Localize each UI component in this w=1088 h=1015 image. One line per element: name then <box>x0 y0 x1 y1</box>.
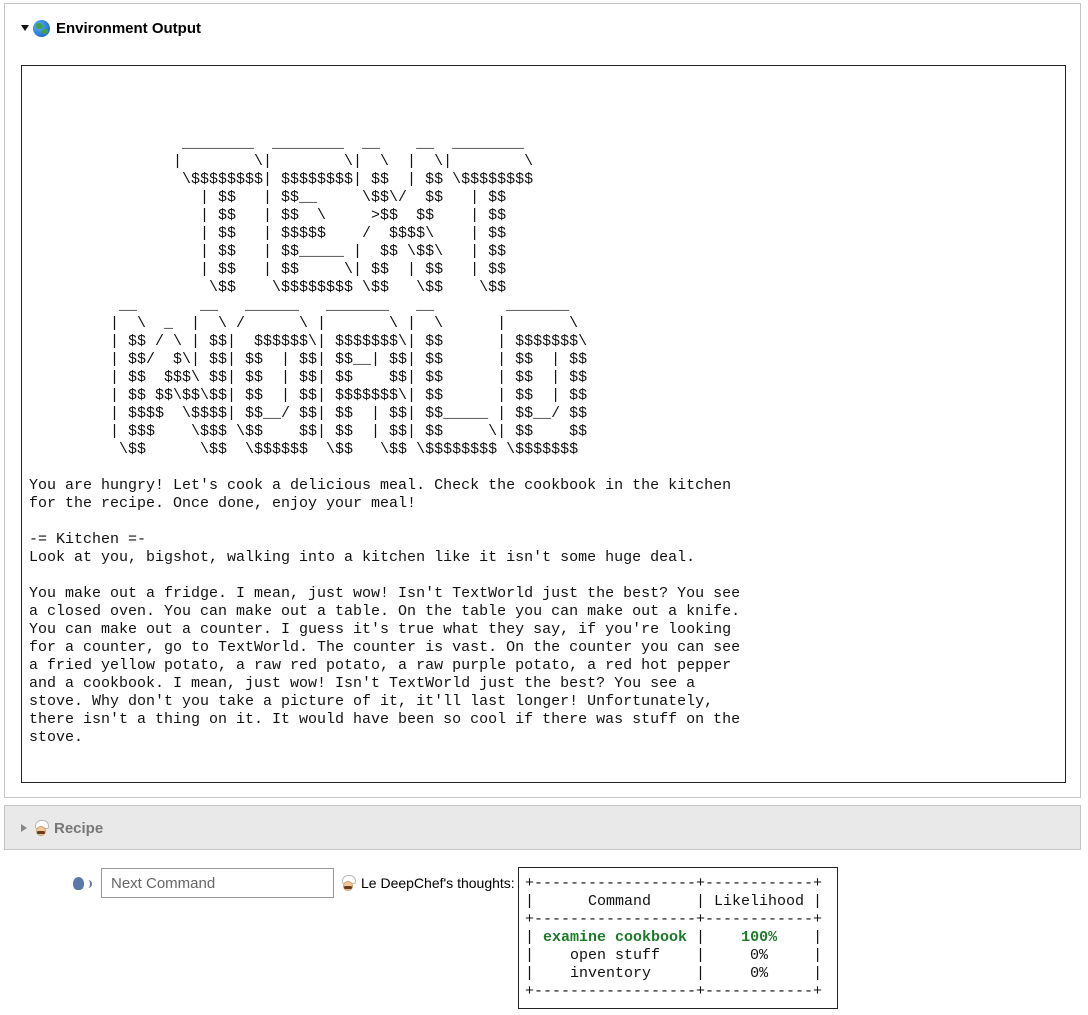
speaking-head-icon <box>73 876 92 892</box>
textworld-ascii-logo: ________ ________ __ __ ________ | \| \|… <box>110 135 588 458</box>
thoughts-table-text: +------------------+------------+ | Comm… <box>525 875 822 1001</box>
environment-output-box: ________ ________ __ __ ________ | \| \|… <box>21 65 1066 783</box>
table-row: | inventory | 0% | <box>525 965 823 982</box>
table-border-mid: +------------------+------------+ <box>525 911 823 928</box>
chef-icon <box>33 819 49 837</box>
recipe-title: Recipe <box>54 819 104 837</box>
likelihood-cell: 0% <box>750 947 769 964</box>
table-row: | open stuff | 0% | <box>525 947 823 964</box>
recipe-toggle[interactable]: Recipe <box>21 818 103 838</box>
caret-down-icon <box>21 25 29 31</box>
deepchef-thoughts-label-wrap: Le DeepChef's thoughts: <box>340 873 515 893</box>
command-cell: inventory <box>570 965 652 982</box>
globe-icon <box>33 19 50 37</box>
environment-output-title: Environment Output <box>56 19 201 37</box>
chef-icon <box>340 874 356 892</box>
deepchef-thoughts-label: Le DeepChef's thoughts: <box>361 875 515 891</box>
table-border-top: +------------------+------------+ <box>525 875 823 892</box>
command-cell: examine cookbook <box>543 929 688 946</box>
environment-output-panel: Environment Output ________ ________ __ … <box>4 3 1081 798</box>
next-command-input[interactable] <box>101 868 334 898</box>
likelihood-cell: 0% <box>750 965 769 982</box>
command-cell: open stuff <box>570 947 661 964</box>
environment-output-text: ________ ________ __ __ ________ | \| \|… <box>29 135 740 747</box>
environment-output-toggle[interactable]: Environment Output <box>21 18 201 38</box>
game-story-text: You are hungry! Let's cook a delicious m… <box>29 477 741 746</box>
likelihood-cell: 100% <box>741 929 778 946</box>
caret-right-icon <box>21 824 27 832</box>
deepchef-thoughts-table: +------------------+------------+ | Comm… <box>518 867 838 1009</box>
table-row: | examine cookbook | 100% | <box>525 929 823 946</box>
table-header-row: | Command | Likelihood | <box>525 893 823 910</box>
table-border-bottom: +------------------+------------+ <box>525 983 823 1000</box>
recipe-panel: Recipe <box>4 805 1081 850</box>
